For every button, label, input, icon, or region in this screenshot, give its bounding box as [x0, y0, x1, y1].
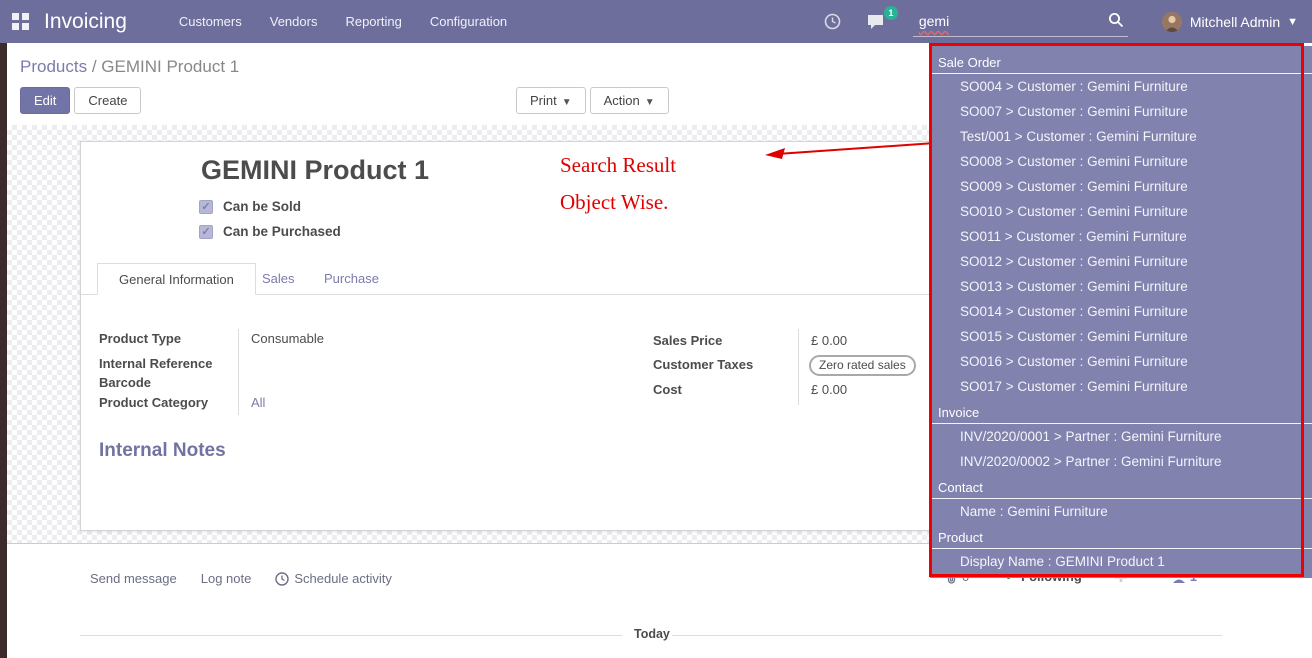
nav-menu-item[interactable]: Configuration [430, 14, 507, 29]
tab-purchase[interactable]: Purchase [303, 263, 400, 295]
message-count-badge: 1 [884, 6, 898, 20]
apps-grid-icon [12, 13, 29, 30]
chevron-down-icon: ▼ [1287, 16, 1298, 28]
can-be-sold-checkbox[interactable]: ✓ [199, 200, 213, 214]
search-input[interactable]: gemi [913, 7, 1128, 37]
today-divider: Today [0, 627, 1312, 643]
group-header-sale-order: Sale Order [930, 49, 1312, 74]
divider-line [80, 635, 622, 636]
search-result-item[interactable]: SO014 > Customer : Gemini Furniture [930, 299, 1312, 324]
sales-price-value: £ 0.00 [811, 333, 847, 348]
action-dropdown-button[interactable]: Action ▼ [590, 87, 669, 114]
can-be-sold-row: ✓ Can be Sold [199, 199, 301, 214]
breadcrumb-separator: / [92, 57, 97, 76]
print-dropdown-button[interactable]: Print ▼ [516, 87, 586, 114]
product-category-value[interactable]: All [251, 395, 265, 410]
sale-order-results: SO004 > Customer : Gemini FurnitureSO007… [930, 74, 1312, 399]
search-result-item[interactable]: Test/001 > Customer : Gemini Furniture [930, 124, 1312, 149]
schedule-activity-button[interactable]: Schedule activity [275, 571, 392, 586]
search-result-item[interactable]: SO004 > Customer : Gemini Furniture [930, 74, 1312, 99]
product-category-label: Product Category [99, 395, 208, 410]
sales-price-label: Sales Price [653, 333, 722, 348]
activities-button[interactable] [824, 13, 841, 30]
cost-label: Cost [653, 382, 682, 397]
divider-line [672, 635, 1222, 636]
search-result-item[interactable]: SO017 > Customer : Gemini Furniture [930, 374, 1312, 399]
product-type-value: Consumable [251, 331, 324, 346]
internal-reference-label: Internal Reference [99, 356, 212, 371]
annotation-line2: Object Wise. [560, 184, 676, 221]
product-results: Display Name : GEMINI Product 1 [930, 549, 1312, 574]
can-be-purchased-checkbox[interactable]: ✓ [199, 225, 213, 239]
caret-down-icon: ▼ [562, 97, 572, 108]
clock-icon [824, 13, 841, 30]
annotation-arrow [755, 133, 940, 163]
group-header-contact: Contact [930, 474, 1312, 499]
today-label: Today [634, 627, 670, 641]
cost-value: £ 0.00 [811, 382, 847, 397]
search-result-item[interactable]: SO015 > Customer : Gemini Furniture [930, 324, 1312, 349]
internal-notes-heading: Internal Notes [99, 440, 226, 462]
field-separator [238, 329, 239, 415]
main-menu: Customers Vendors Reporting Configuration [179, 14, 507, 29]
search-result-item[interactable]: SO012 > Customer : Gemini Furniture [930, 249, 1312, 274]
search-result-item[interactable]: Name : Gemini Furniture [930, 499, 1312, 524]
search-result-item[interactable]: SO009 > Customer : Gemini Furniture [930, 174, 1312, 199]
invoice-results: INV/2020/0001 > Partner : Gemini Furnitu… [930, 424, 1312, 474]
search-result-item[interactable]: Display Name : GEMINI Product 1 [930, 549, 1312, 574]
search-result-item[interactable]: SO007 > Customer : Gemini Furniture [930, 99, 1312, 124]
action-label: Action [604, 93, 640, 108]
customer-taxes-value: Zero rated sales [809, 355, 916, 376]
contact-results: Name : Gemini Furniture [930, 499, 1312, 524]
search-result-item[interactable]: SO010 > Customer : Gemini Furniture [930, 199, 1312, 224]
search-result-item[interactable]: SO008 > Customer : Gemini Furniture [930, 149, 1312, 174]
top-navbar: Invoicing Customers Vendors Reporting Confi… [0, 0, 1312, 43]
edit-button[interactable]: Edit [20, 87, 70, 114]
product-type-label: Product Type [99, 331, 181, 346]
send-message-button[interactable]: Send message [90, 571, 177, 586]
app-title[interactable]: Invoicing [44, 10, 127, 34]
nav-menu-item[interactable]: Reporting [345, 14, 401, 29]
nav-menu-item[interactable]: Vendors [270, 14, 318, 29]
nav-menu-item[interactable]: Customers [179, 14, 242, 29]
annotation-line1: Search Result [560, 147, 676, 184]
search-value: gemi [913, 13, 949, 29]
left-edge-strip [0, 43, 7, 658]
search-result-item[interactable]: INV/2020/0002 > Partner : Gemini Furnitu… [930, 449, 1312, 474]
create-button[interactable]: Create [74, 87, 141, 114]
apps-menu-button[interactable] [0, 13, 40, 30]
tab-general-information[interactable]: General Information [97, 263, 256, 295]
avatar [1162, 12, 1182, 32]
breadcrumb-current: GEMINI Product 1 [101, 57, 239, 76]
screen: Invoicing Customers Vendors Reporting Confi… [0, 0, 1312, 658]
search-result-item[interactable]: SO013 > Customer : Gemini Furniture [930, 274, 1312, 299]
schedule-clock-icon [275, 572, 289, 586]
can-be-sold-label: Can be Sold [223, 199, 301, 214]
search-result-item[interactable]: SO016 > Customer : Gemini Furniture [930, 349, 1312, 374]
systray: 1 gemi Mitc [824, 7, 1312, 37]
can-be-purchased-label: Can be Purchased [223, 224, 341, 239]
messages-button[interactable]: 1 [867, 13, 887, 30]
barcode-label: Barcode [99, 375, 151, 390]
breadcrumb: Products / GEMINI Product 1 [20, 57, 239, 77]
search-icon[interactable] [1108, 12, 1124, 31]
user-menu[interactable]: Mitchell Admin ▼ [1162, 12, 1298, 32]
group-header-invoice: Invoice [930, 399, 1312, 424]
annotation-text: Search Result Object Wise. [560, 147, 676, 221]
schedule-activity-label: Schedule activity [294, 571, 392, 586]
group-header-product: Product [930, 524, 1312, 549]
can-be-purchased-row: ✓ Can be Purchased [199, 224, 341, 239]
user-name: Mitchell Admin [1190, 14, 1280, 30]
search-result-item[interactable]: SO011 > Customer : Gemini Furniture [930, 224, 1312, 249]
breadcrumb-products-link[interactable]: Products [20, 57, 87, 76]
caret-down-icon: ▼ [645, 97, 655, 108]
log-note-button[interactable]: Log note [201, 571, 252, 586]
search-result-item[interactable]: INV/2020/0001 > Partner : Gemini Furnitu… [930, 424, 1312, 449]
tax-tag[interactable]: Zero rated sales [809, 355, 916, 376]
customer-taxes-label: Customer Taxes [653, 357, 753, 372]
field-separator [798, 329, 799, 405]
search-results-dropdown: Sale Order SO004 > Customer : Gemini Fur… [930, 46, 1312, 578]
print-label: Print [530, 93, 557, 108]
product-title: GEMINI Product 1 [201, 155, 429, 186]
